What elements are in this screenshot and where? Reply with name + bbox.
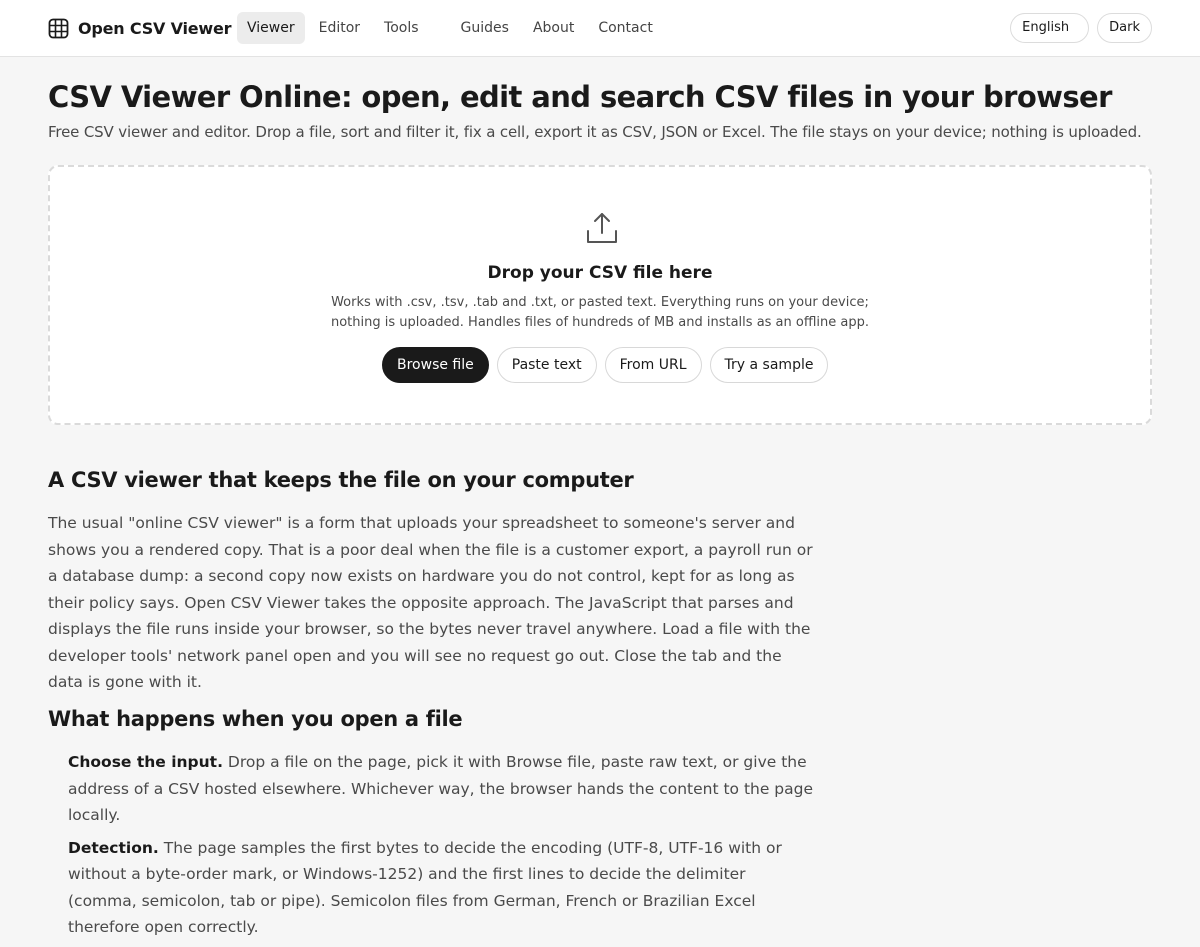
nav-item-tools[interactable]: Tools (374, 12, 429, 44)
dropzone-description-line-2: nothing is uploaded. Handles files of hu… (330, 315, 870, 330)
main-nav: Viewer Editor Tools Guides About Contact (237, 12, 663, 44)
language-select[interactable]: English (1010, 13, 1090, 43)
nav-item-contact[interactable]: Contact (588, 12, 662, 44)
upload-icon (586, 211, 618, 245)
page-title: CSV Viewer Online: open, edit and search… (48, 80, 1112, 114)
list-item: Detection. The page samples the first by… (68, 835, 818, 941)
section-body-privacy: The usual "online CSV viewer" is a form … (48, 514, 813, 691)
header-controls: English Dark (1010, 13, 1152, 43)
section-heading-how-it-works: What happens when you open a file (48, 707, 463, 731)
top-navigation-bar: Open CSV Viewer Viewer Editor Tools Guid… (0, 0, 1200, 57)
browse-file-button[interactable]: Browse file (382, 347, 489, 383)
page-subtitle: Free CSV viewer and editor. Drop a file,… (48, 123, 1142, 141)
nav-item-editor[interactable]: Editor (309, 12, 370, 44)
section-heading-privacy: A CSV viewer that keeps the file on your… (48, 468, 634, 492)
dropzone-description-line-1: Works with .csv, .tsv, .tab and .txt, or… (331, 295, 869, 310)
grid-icon (48, 18, 69, 39)
step-text: The page samples the first bytes to deci… (68, 838, 782, 937)
from-url-button[interactable]: From URL (604, 347, 702, 383)
dropzone-actions: Browse file Paste text From URL Try a sa… (382, 347, 829, 383)
step-title: Choose the input. (68, 753, 223, 771)
dropzone-title: Drop your CSV file here (487, 263, 713, 283)
paste-text-button[interactable]: Paste text (496, 347, 597, 383)
file-dropzone[interactable]: Drop your CSV file here Works with .csv,… (48, 165, 1152, 425)
brand-name: Open CSV Viewer (78, 18, 232, 38)
theme-toggle-button[interactable]: Dark (1097, 13, 1152, 43)
nav-item-about[interactable]: About (523, 12, 584, 44)
dropzone-description: Works with .csv, .tsv, .tab and .txt, or… (50, 293, 1150, 333)
try-sample-button[interactable]: Try a sample (709, 347, 829, 383)
nav-item-viewer[interactable]: Viewer (237, 12, 305, 44)
nav-item-guides[interactable]: Guides (451, 12, 519, 44)
list-item: Choose the input. Drop a file on the pag… (68, 749, 818, 829)
step-title: Detection. (68, 838, 159, 857)
brand-logo-link[interactable]: Open CSV Viewer (48, 16, 232, 40)
steps-list: Choose the input. Drop a file on the pag… (68, 749, 818, 947)
